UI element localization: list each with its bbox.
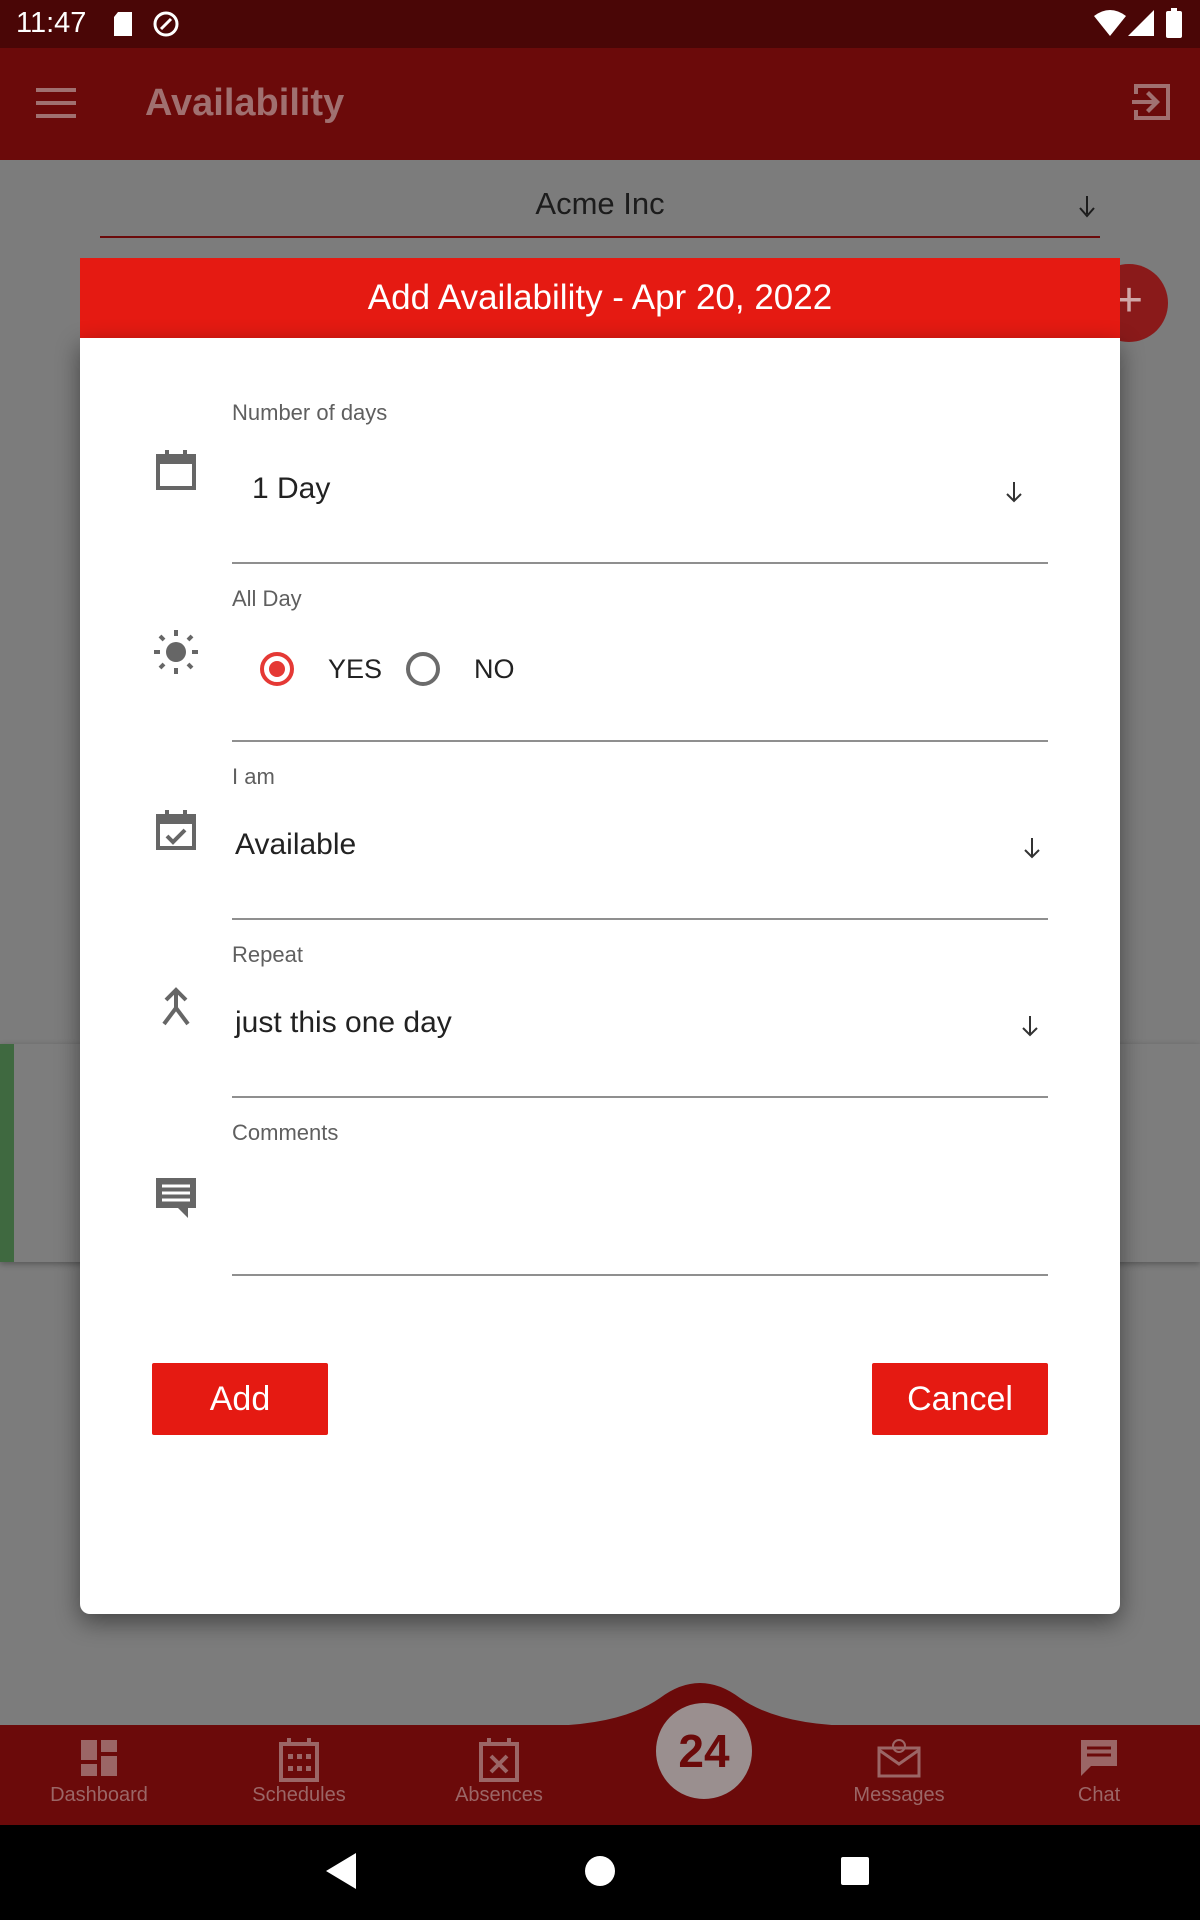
- add-availability-dialog: Number of days 1 Day All Day YES NO I am…: [80, 338, 1120, 1614]
- sun-icon: [154, 630, 198, 674]
- nav-messages[interactable]: Messages: [809, 1738, 989, 1806]
- repeat-underline: [232, 1096, 1048, 1098]
- card-status-strip: [0, 1044, 14, 1262]
- battery-icon: [1166, 8, 1182, 38]
- page-title: Availability: [145, 82, 345, 124]
- back-icon[interactable]: [326, 1853, 356, 1889]
- company-arrow-icon[interactable]: [1078, 196, 1096, 218]
- signal-icon: [1128, 10, 1154, 36]
- comments-underline: [232, 1274, 1048, 1276]
- nav-dashboard[interactable]: Dashboard: [9, 1738, 189, 1806]
- center-home-badge[interactable]: 24: [651, 1698, 757, 1804]
- menu-icon[interactable]: [36, 88, 76, 118]
- company-select[interactable]: Acme Inc: [100, 186, 1100, 222]
- comment-icon: [156, 1178, 196, 1218]
- calendar-icon: [156, 450, 196, 490]
- allday-yes-label[interactable]: YES: [328, 654, 382, 685]
- nav-dashboard-label: Dashboard: [50, 1784, 148, 1806]
- allday-no-radio[interactable]: [406, 652, 440, 686]
- days-underline: [232, 562, 1048, 564]
- dialog-title: Add Availability - Apr 20, 2022: [80, 258, 1120, 338]
- iam-underline: [232, 918, 1048, 920]
- company-underline: [100, 236, 1100, 238]
- allday-underline: [232, 740, 1048, 742]
- days-label: Number of days: [232, 400, 388, 425]
- iam-label: I am: [232, 764, 275, 789]
- status-bar: 11:47: [0, 0, 1200, 48]
- nav-messages-label: Messages: [853, 1784, 945, 1806]
- nav-chat[interactable]: Chat: [1009, 1738, 1189, 1806]
- days-dropdown-icon[interactable]: [1004, 480, 1024, 504]
- iam-select[interactable]: Available: [235, 828, 356, 862]
- calendar-grid-icon: [279, 1738, 319, 1782]
- cancel-button[interactable]: Cancel: [872, 1363, 1048, 1435]
- allday-label: All Day: [232, 586, 302, 611]
- days-select[interactable]: 1 Day: [252, 472, 330, 506]
- status-time: 11:47: [16, 7, 87, 39]
- chat-icon: [1081, 1740, 1117, 1776]
- app-bar: Availability: [0, 48, 1200, 160]
- iam-dropdown-icon[interactable]: [1022, 836, 1042, 860]
- sync-icon: [153, 11, 179, 37]
- logout-icon[interactable]: [1130, 80, 1174, 124]
- wifi-icon: [1094, 10, 1126, 36]
- allday-yes-radio[interactable]: [260, 652, 294, 686]
- dashboard-icon: [81, 1740, 117, 1776]
- repeat-label: Repeat: [232, 942, 303, 967]
- envelope-at-icon: [877, 1739, 921, 1778]
- calendar-check-icon: [156, 810, 196, 850]
- comments-label: Comments: [232, 1120, 339, 1145]
- repeat-dropdown-icon[interactable]: [1020, 1014, 1040, 1038]
- home-icon[interactable]: [585, 1856, 615, 1886]
- nav-absences[interactable]: Absences: [409, 1738, 589, 1806]
- sd-card-icon: [114, 12, 132, 36]
- nav-absences-label: Absences: [455, 1784, 543, 1806]
- nav-schedules-label: Schedules: [252, 1784, 346, 1806]
- system-nav-bar: [0, 1825, 1200, 1920]
- calendar-x-icon: [479, 1738, 519, 1782]
- merge-icon: [162, 987, 190, 1026]
- comments-input[interactable]: [232, 1154, 1048, 1250]
- recents-icon[interactable]: [841, 1857, 869, 1885]
- allday-no-label[interactable]: NO: [474, 654, 515, 685]
- nav-schedules[interactable]: Schedules: [209, 1738, 389, 1806]
- nav-chat-label: Chat: [1077, 1784, 1121, 1806]
- add-button[interactable]: Add: [152, 1363, 328, 1435]
- repeat-select[interactable]: just this one day: [235, 1006, 452, 1040]
